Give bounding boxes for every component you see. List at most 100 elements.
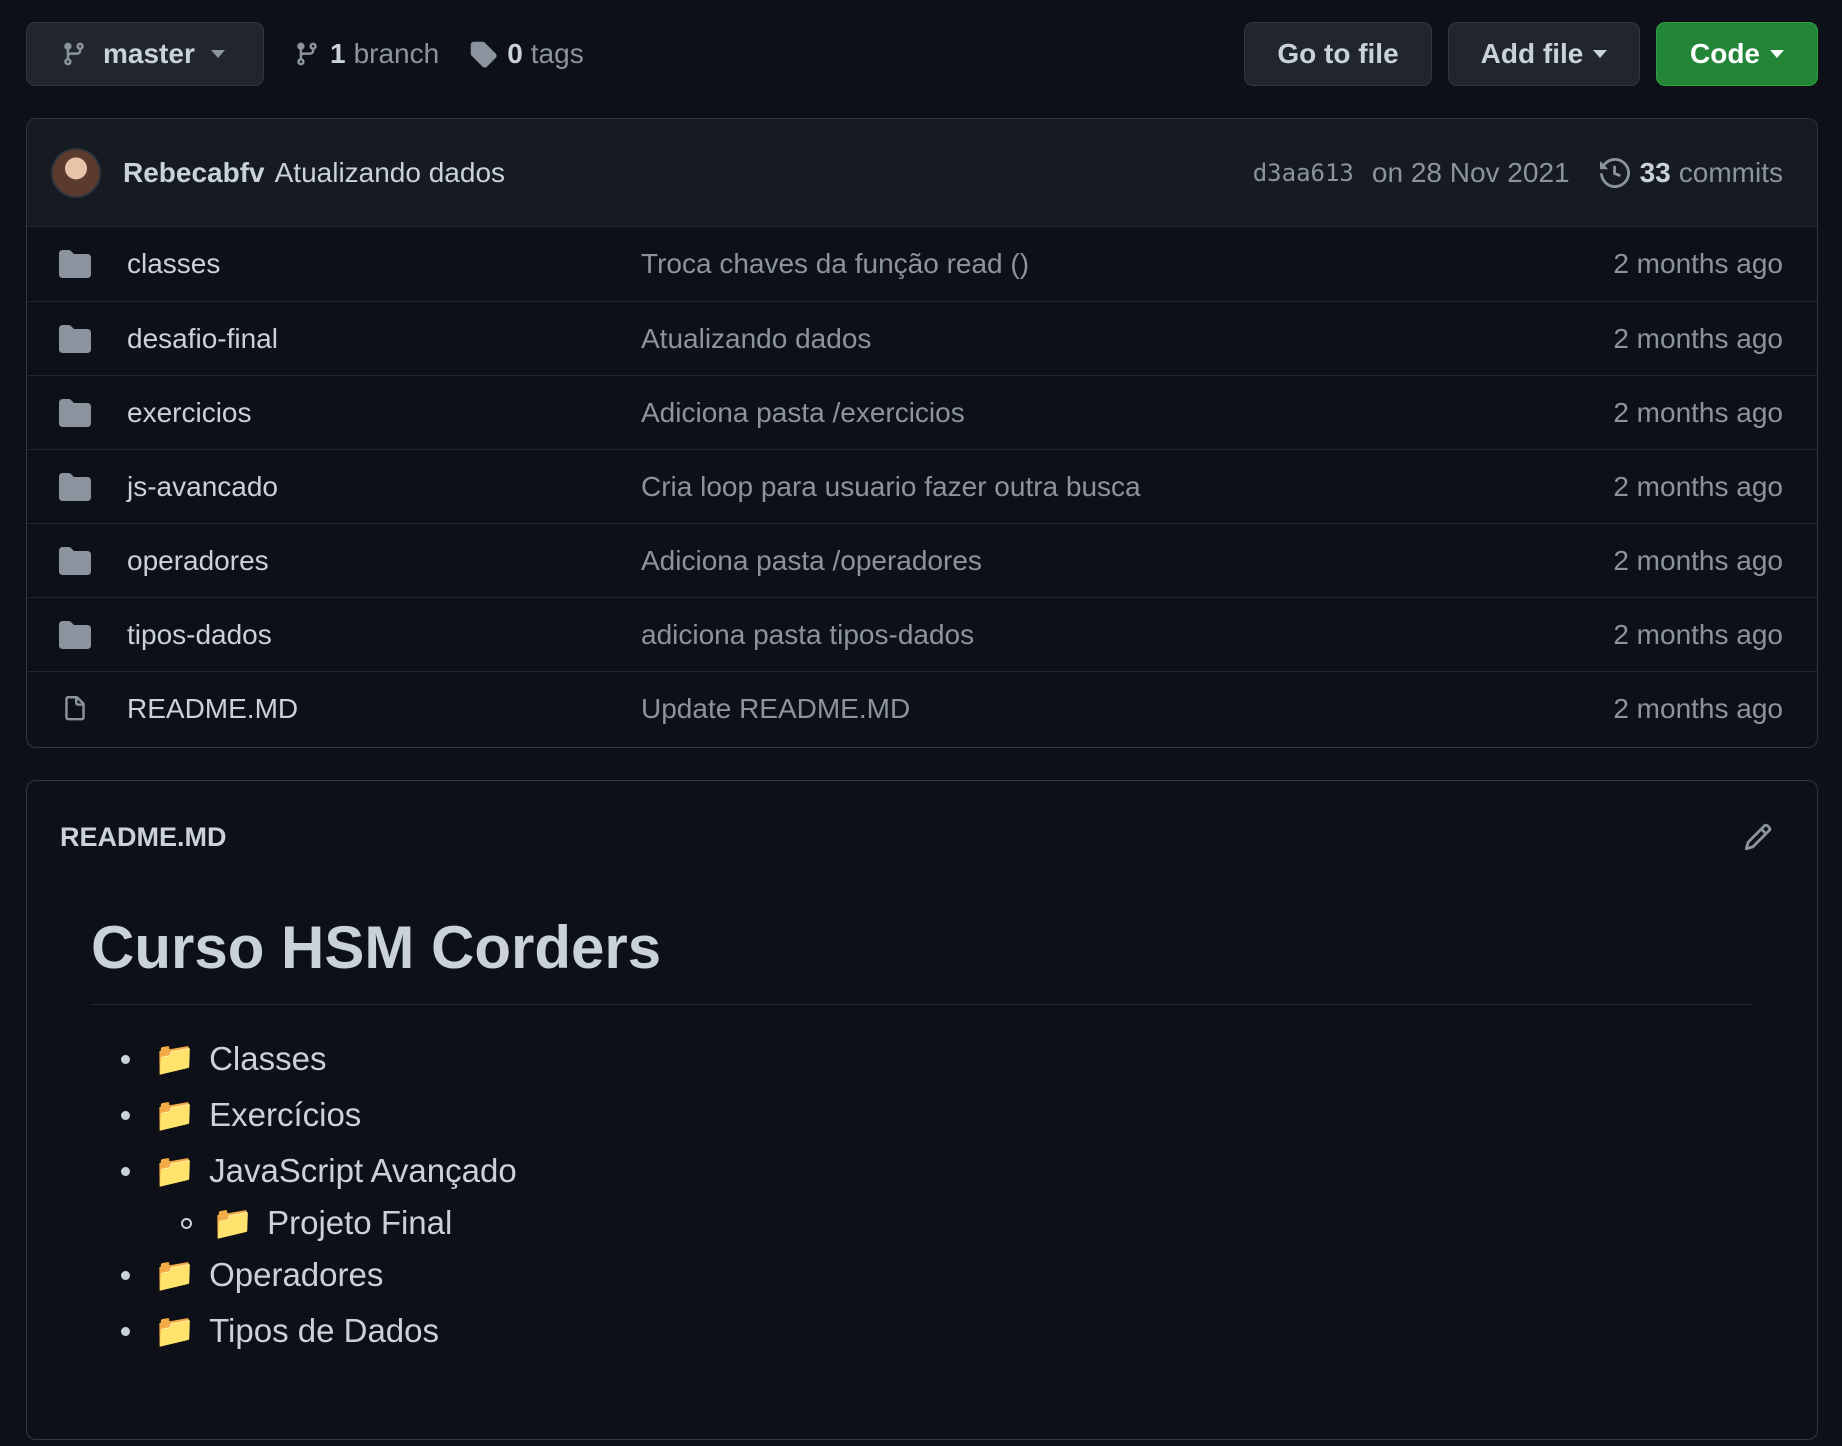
commit-message-link[interactable]: Adiciona pasta /operadores	[641, 545, 982, 577]
readme-heading: Curso HSM Corders	[91, 893, 1753, 1005]
file-name-link[interactable]: tipos-dados	[127, 619, 641, 651]
code-button[interactable]: Code	[1656, 22, 1818, 86]
list-item: 📁 Operadores	[91, 1247, 1753, 1303]
commit-count: 33	[1639, 156, 1671, 188]
readme-list: 📁 Classes 📁 Exercícios 📁 JavaScript Avançad…	[91, 1031, 1753, 1359]
list-item-text: Classes	[209, 1040, 327, 1077]
readme-content: Curso HSM Corders 📁 Classes 📁 Exercícios 📁…	[27, 893, 1817, 1359]
folder-emoji-icon: 📁	[154, 1039, 196, 1077]
commit-author-link[interactable]: Rebecabfv	[123, 157, 265, 189]
list-item: 📁 Classes	[91, 1031, 1753, 1087]
sub-list-item: 📁 Projeto Final	[155, 1199, 1753, 1247]
bullet	[121, 1166, 130, 1176]
commit-message-link[interactable]: Cria loop para usuario fazer outra busca	[641, 471, 1141, 503]
file-name-link[interactable]: js-avancado	[127, 471, 641, 503]
folder-icon	[57, 472, 93, 501]
commit-message-link[interactable]: adiciona pasta tipos-dados	[641, 619, 974, 651]
file-name-link[interactable]: README.MD	[127, 693, 641, 725]
commit-meta: d3aa613 on 28 Nov 2021 33 commits	[1253, 157, 1783, 189]
commit-sha-link[interactable]: d3aa613	[1253, 159, 1354, 187]
tag-icon	[469, 40, 497, 68]
readme-filename: README.MD	[60, 821, 227, 852]
add-file-label: Add file	[1480, 38, 1584, 69]
list-item-text: Projeto Final	[267, 1204, 453, 1241]
list-item: 📁 Tipos de Dados	[91, 1303, 1753, 1359]
commit-age: 2 months ago	[1613, 322, 1783, 354]
bullet	[121, 1270, 130, 1280]
file-name-link[interactable]: classes	[127, 248, 641, 280]
chevron-down-icon	[1770, 50, 1784, 58]
file-name-link[interactable]: exercicios	[127, 397, 641, 429]
bullet	[121, 1054, 130, 1064]
tag-count: 0	[507, 38, 523, 69]
commit-date: on 28 Nov 2021	[1371, 156, 1570, 188]
commit-message-link[interactable]: Atualizando dados	[641, 323, 871, 355]
list-item-text: Tipos de Dados	[209, 1312, 439, 1349]
tags-link[interactable]: 0 tags	[469, 38, 584, 70]
file-rows: classes Troca chaves da função read () 2 m…	[27, 227, 1817, 745]
list-item: 📁 Exercícios	[91, 1087, 1753, 1143]
git-branch-icon	[61, 40, 87, 68]
file-list: Rebecabfv Atualizando dados d3aa613 on 2…	[26, 118, 1818, 748]
commit-message-link[interactable]: Troca chaves da função read ()	[641, 248, 1029, 280]
commit-message-link[interactable]: Atualizando dados	[275, 157, 505, 189]
list-item-text: Exercícios	[209, 1096, 362, 1133]
file-icon	[57, 693, 93, 725]
commits-history-link[interactable]: 33 commits	[1599, 156, 1783, 189]
folder-emoji-icon: 📁	[154, 1255, 196, 1293]
go-to-file-button[interactable]: Go to file	[1244, 22, 1432, 86]
git-branch-icon	[294, 40, 320, 68]
commit-message-link[interactable]: Adiciona pasta /exercicios	[641, 397, 965, 429]
table-row[interactable]: classes Troca chaves da função read () 2 m…	[27, 227, 1817, 301]
branch-word: branch	[353, 38, 440, 69]
code-label: Code	[1690, 38, 1760, 69]
folder-icon	[57, 398, 93, 427]
repo-toolbar: master 1 branch 0 tags Go to file Add fi…	[26, 22, 1818, 86]
list-item-text: JavaScript Avançado	[209, 1152, 517, 1189]
list-item-text: Operadores	[209, 1256, 384, 1293]
pencil-icon[interactable]	[1743, 822, 1773, 852]
tag-word: tags	[530, 38, 584, 69]
chevron-down-icon	[210, 50, 225, 58]
commit-age: 2 months ago	[1613, 692, 1783, 724]
readme-header: README.MD	[27, 781, 1817, 893]
commit-message-link[interactable]: Update README.MD	[641, 693, 910, 725]
commit-age: 2 months ago	[1613, 618, 1783, 650]
avatar[interactable]	[51, 147, 101, 198]
table-row[interactable]: exercicios Adiciona pasta /exercicios 2 mo…	[27, 375, 1817, 449]
readme-panel: README.MD Curso HSM Corders 📁 Classes 📁 Ex…	[26, 780, 1818, 1440]
table-row[interactable]: desafio-final Atualizando dados 2 months a…	[27, 301, 1817, 375]
table-row[interactable]: operadores Adiciona pasta /operadores 2 mo…	[27, 523, 1817, 597]
branch-count: 1	[330, 38, 346, 69]
history-icon	[1599, 157, 1630, 188]
folder-icon	[57, 620, 93, 649]
branches-link[interactable]: 1 branch	[294, 38, 439, 70]
latest-commit-bar: Rebecabfv Atualizando dados d3aa613 on 2…	[27, 119, 1817, 227]
branch-select-button[interactable]: master	[26, 22, 264, 86]
folder-emoji-icon: 📁	[154, 1311, 196, 1349]
branch-name: master	[103, 38, 195, 69]
folder-emoji-icon: 📁	[154, 1151, 196, 1189]
add-file-button[interactable]: Add file	[1448, 22, 1640, 86]
file-name-link[interactable]: desafio-final	[127, 323, 641, 355]
commit-age: 2 months ago	[1613, 470, 1783, 502]
folder-icon	[57, 546, 93, 575]
table-row[interactable]: js-avancado Cria loop para usuario fazer …	[27, 449, 1817, 523]
folder-emoji-icon: 📁	[212, 1203, 254, 1241]
folder-icon	[57, 324, 93, 353]
commit-word: commits	[1678, 156, 1783, 188]
file-name-link[interactable]: operadores	[127, 545, 641, 577]
bullet	[181, 1217, 192, 1229]
bullet	[121, 1110, 130, 1120]
file-actions: Go to file Add file Code	[1244, 22, 1818, 86]
list-item: 📁 JavaScript Avançado	[91, 1143, 1753, 1199]
folder-icon	[57, 250, 93, 278]
commit-age: 2 months ago	[1613, 248, 1783, 279]
table-row[interactable]: tipos-dados adiciona pasta tipos-dados 2 m…	[27, 597, 1817, 671]
table-row[interactable]: README.MD Update README.MD 2 months ago	[27, 671, 1817, 745]
chevron-down-icon	[1593, 50, 1608, 58]
commit-age: 2 months ago	[1613, 396, 1783, 428]
folder-emoji-icon: 📁	[154, 1095, 196, 1133]
bullet	[121, 1326, 130, 1336]
commit-age: 2 months ago	[1613, 544, 1783, 576]
